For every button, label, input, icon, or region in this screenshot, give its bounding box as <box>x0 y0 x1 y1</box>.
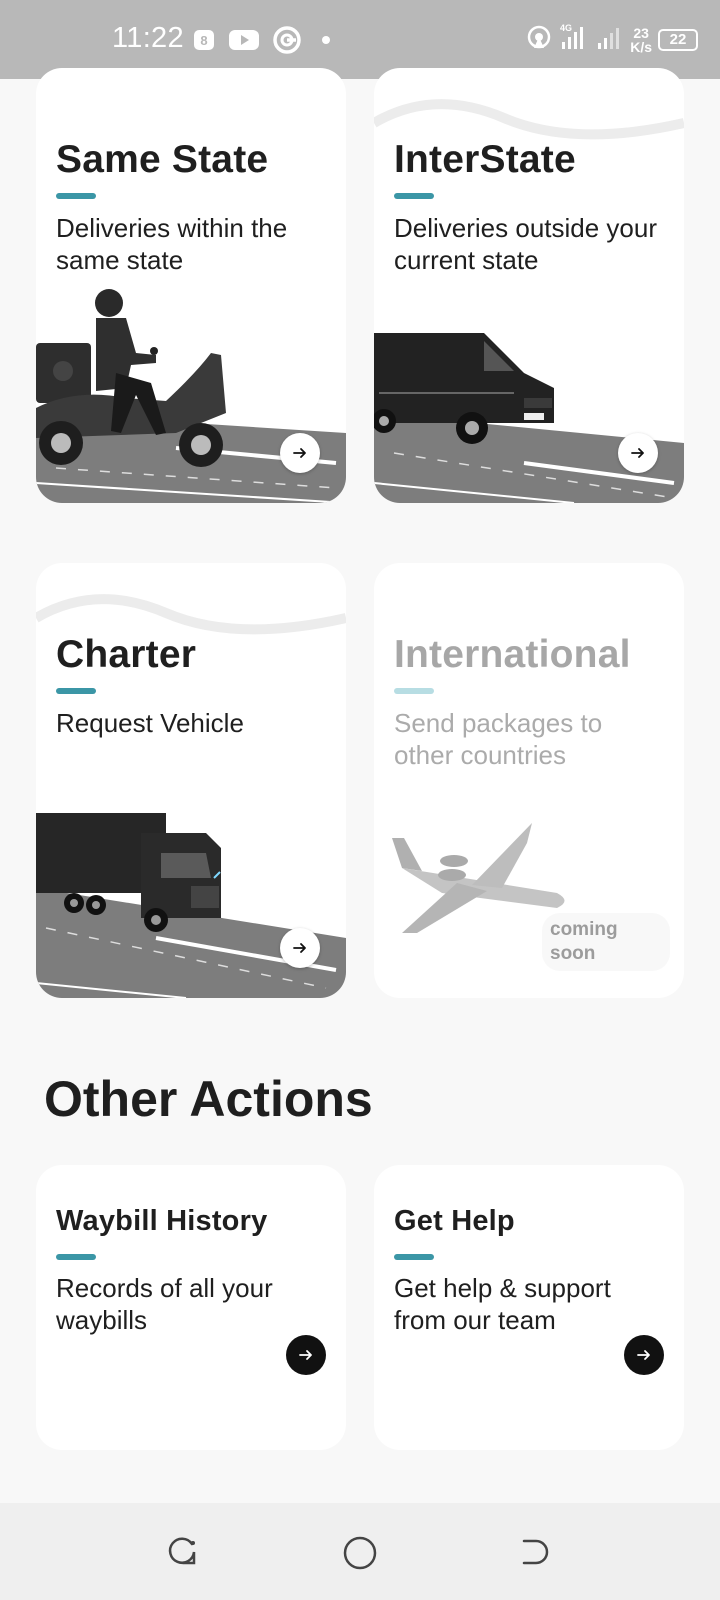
card-title: Charter <box>56 633 197 676</box>
card-same-state[interactable]: Same State Deliveries within the same st… <box>36 68 346 503</box>
decorative-wave <box>374 99 684 140</box>
card-title: International <box>394 633 631 676</box>
accent-rule <box>56 193 96 199</box>
recents-icon <box>168 1537 196 1565</box>
card-description: Deliveries within the same state <box>56 213 288 275</box>
arrow-right-icon <box>631 448 644 458</box>
card-description: Deliveries outside your current state <box>394 213 658 275</box>
arrow-right-icon <box>293 448 306 458</box>
airplane-illustration <box>392 823 565 933</box>
same-state-arrow-button[interactable] <box>280 433 320 473</box>
card-title: Get Help <box>394 1205 515 1237</box>
accent-rule <box>394 688 434 694</box>
svg-text:8: 8 <box>200 33 207 48</box>
decorative-wave <box>36 594 346 635</box>
truck-illustration <box>36 813 346 998</box>
card-get-help[interactable]: Get Help Get help & support from our tea… <box>374 1165 684 1450</box>
card-description: Records of all your waybills <box>56 1273 273 1335</box>
home-button[interactable] <box>342 1535 378 1576</box>
card-waybill-history[interactable]: Waybill History Records of all your wayb… <box>36 1165 346 1450</box>
charter-arrow-button[interactable] <box>280 928 320 968</box>
notification-app-icon: 8 <box>192 28 216 57</box>
arrow-right-icon <box>637 1350 650 1360</box>
accent-rule <box>394 193 434 199</box>
card-description: Request Vehicle <box>56 708 244 738</box>
network-speed: 23 K/s <box>630 24 652 55</box>
card-international: International Send packages to other cou… <box>374 563 684 998</box>
signal-icon-2 <box>594 22 624 57</box>
card-title: Waybill History <box>56 1205 268 1237</box>
hotspot-icon <box>526 24 552 55</box>
coming-soon-badge: coming soon <box>542 913 670 971</box>
interstate-arrow-button[interactable] <box>618 433 658 473</box>
signal-icon-1: 4G <box>558 22 588 57</box>
card-interstate[interactable]: InterState Deliveries outside your curre… <box>374 68 684 503</box>
recents-button[interactable] <box>166 1535 200 1574</box>
battery-icon: 22 <box>658 28 698 51</box>
get-help-arrow-button[interactable] <box>624 1335 664 1375</box>
waybill-history-arrow-button[interactable] <box>286 1335 326 1375</box>
van-illustration <box>374 333 684 503</box>
card-title: InterState <box>394 138 576 181</box>
sync-app-icon <box>272 25 302 60</box>
accent-rule <box>394 1254 434 1260</box>
youtube-icon <box>228 28 260 57</box>
card-description: Get help & support from our team <box>394 1273 611 1335</box>
status-time: 11:22 <box>112 22 184 54</box>
accent-rule <box>56 1254 96 1260</box>
home-icon <box>343 1536 377 1570</box>
back-icon <box>522 1539 549 1565</box>
arrow-right-icon <box>293 943 306 953</box>
accent-rule <box>56 688 96 694</box>
system-nav-bar <box>0 1503 720 1600</box>
svg-text:4G: 4G <box>560 23 572 33</box>
card-description: Send packages to other countries <box>394 708 603 770</box>
card-title: Same State <box>56 138 269 181</box>
back-button[interactable] <box>518 1535 552 1574</box>
more-notifications-dot <box>314 30 334 55</box>
card-charter[interactable]: Charter Request Vehicle <box>36 563 346 998</box>
section-title-other-actions: Other Actions <box>44 1071 373 1127</box>
arrow-right-icon <box>299 1350 312 1360</box>
